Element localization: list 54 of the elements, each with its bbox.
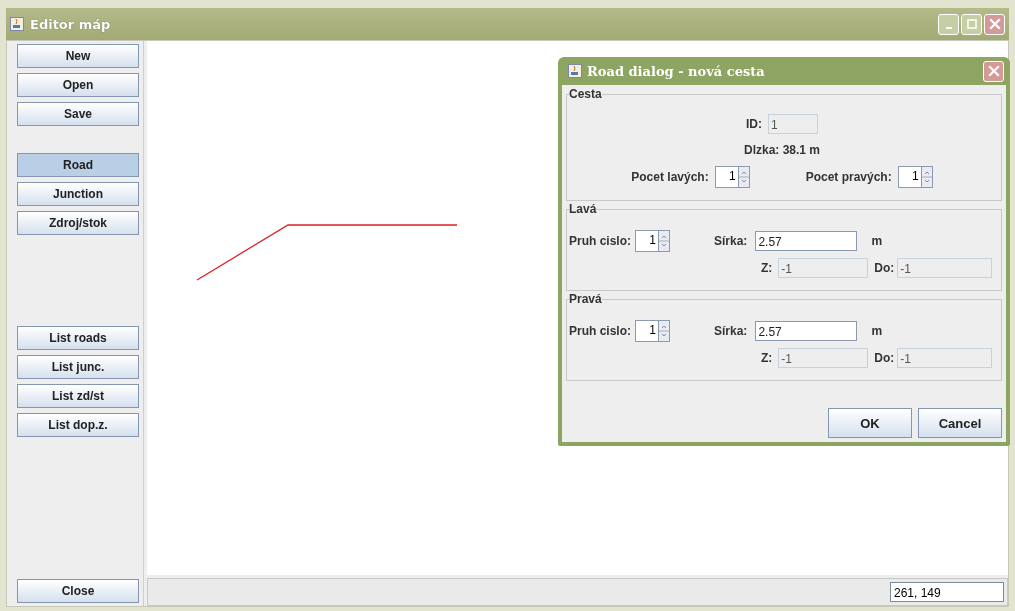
close-button[interactable]: [984, 13, 1005, 35]
spinner-field[interactable]: 1: [635, 230, 670, 252]
from-field[interactable]: -1: [778, 348, 869, 368]
minimize-button[interactable]: [938, 13, 959, 35]
to-field[interactable]: -1: [897, 348, 993, 368]
window-title: Editor máp: [30, 16, 111, 32]
sidebar-button[interactable]: Zdroj/stok: [17, 211, 139, 235]
field-label: Z:: [761, 261, 773, 275]
spinner-field[interactable]: 1: [635, 320, 670, 342]
group-label: Pravá: [569, 292, 602, 306]
field-label: Pocet pravých:: [805, 170, 892, 184]
maximize-button[interactable]: [961, 13, 982, 35]
width-field[interactable]: 2.57: [755, 321, 858, 341]
dialog-button[interactable]: Cancel: [918, 408, 1002, 438]
close-icon: [987, 65, 1000, 77]
field-label: ID:: [746, 117, 762, 131]
maximize-icon: [966, 19, 977, 29]
id-field[interactable]: 1: [768, 114, 818, 134]
unit-label: m: [871, 234, 883, 248]
field-label: Pruh cislo:: [569, 324, 631, 338]
field-label: Do:: [874, 351, 895, 365]
sidebar-button[interactable]: Open: [17, 73, 139, 97]
field-label: Z:: [761, 351, 773, 365]
coordinates-field: 261, 149: [890, 582, 1004, 602]
minimize-icon: [945, 27, 952, 29]
sidebar-button[interactable]: List junc.: [17, 355, 139, 379]
length-label: Dlzka: 38.1 m: [743, 143, 820, 157]
dialog-title: Road dialog - nová cesta: [587, 63, 765, 79]
field-label: Sírka:: [714, 234, 748, 248]
close-app-button[interactable]: Close: [17, 579, 139, 603]
field-label: Pocet lavých:: [631, 170, 709, 184]
close-icon: [988, 18, 1001, 30]
sidebar-button[interactable]: Road: [17, 153, 139, 177]
to-field[interactable]: -1: [897, 258, 993, 278]
sidebar-button[interactable]: List dop.z.: [17, 413, 139, 437]
sidebar-button[interactable]: New: [17, 44, 139, 68]
close-button[interactable]: [983, 60, 1004, 82]
width-field[interactable]: 2.57: [755, 231, 858, 251]
cup-icon: [10, 17, 24, 31]
sidebar-button[interactable]: List roads: [17, 326, 139, 350]
group-label: Cesta: [569, 87, 602, 101]
from-field[interactable]: -1: [778, 258, 869, 278]
cup-icon: [568, 64, 582, 78]
unit-label: m: [871, 324, 883, 338]
spinner-field[interactable]: 1: [714, 166, 750, 188]
sidebar-button[interactable]: Junction: [17, 182, 139, 206]
dialog-button[interactable]: OK: [828, 408, 912, 438]
sidebar-button[interactable]: List zd/st: [17, 384, 139, 408]
field-label: Sírka:: [714, 324, 748, 338]
field-label: Do:: [874, 261, 895, 275]
field-label: Pruh cislo:: [569, 234, 631, 248]
group-label: Lavá: [569, 202, 597, 216]
spinner-field[interactable]: 1: [897, 166, 933, 188]
sidebar-button[interactable]: Save: [17, 102, 139, 126]
